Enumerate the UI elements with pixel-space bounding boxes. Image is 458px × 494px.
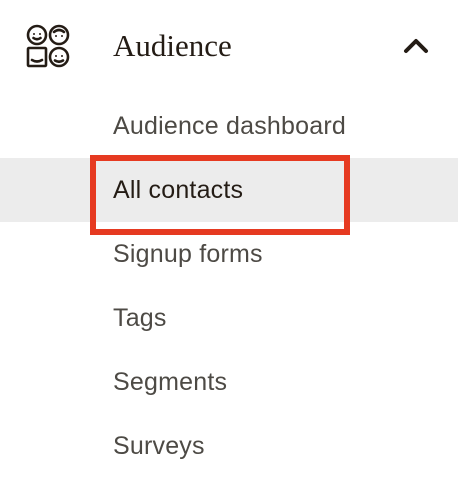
nav-item-segments[interactable]: Segments (0, 350, 458, 414)
section-title: Audience (113, 28, 232, 63)
nav-item-label: Segments (113, 368, 228, 396)
audience-nav-section: Audience Audience dashboard All contacts… (0, 0, 458, 494)
nav-item-surveys[interactable]: Surveys (0, 414, 458, 478)
nav-item-label: Signup forms (113, 240, 263, 268)
audience-icon (24, 22, 72, 70)
nav-item-signup-forms[interactable]: Signup forms (0, 222, 458, 286)
audience-section-header[interactable]: Audience (0, 0, 458, 94)
audience-nav-list: Audience dashboard All contacts Signup f… (0, 94, 458, 478)
nav-item-all-contacts[interactable]: All contacts (0, 158, 458, 222)
nav-item-label: Surveys (113, 432, 205, 460)
chevron-up-icon[interactable] (398, 30, 434, 62)
nav-item-label: All contacts (113, 176, 244, 204)
nav-item-audience-dashboard[interactable]: Audience dashboard (0, 94, 458, 158)
nav-item-label: Audience dashboard (113, 112, 346, 140)
nav-item-tags[interactable]: Tags (0, 286, 458, 350)
nav-item-label: Tags (113, 304, 167, 332)
